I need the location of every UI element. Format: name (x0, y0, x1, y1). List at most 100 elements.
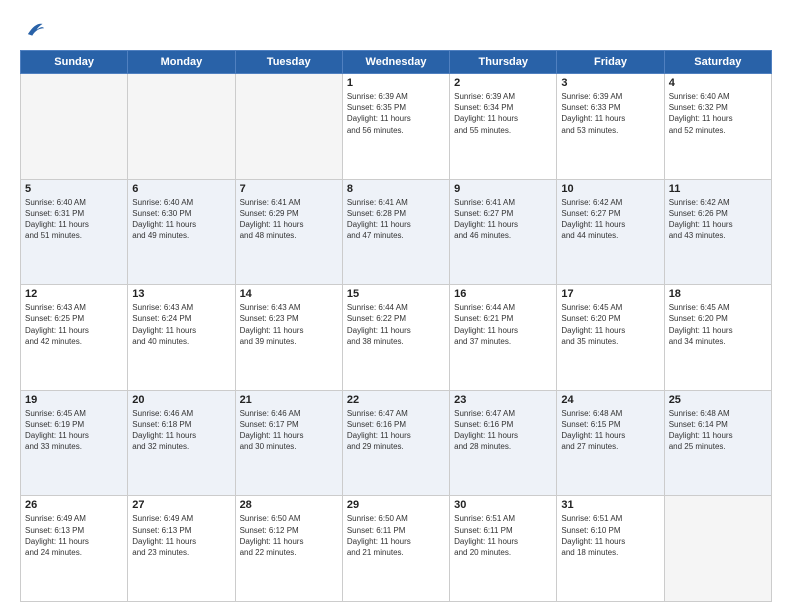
day-number: 17 (561, 288, 659, 300)
day-number: 27 (132, 499, 230, 511)
table-row: 8 Sunrise: 6:41 AM Sunset: 6:28 PM Daylig… (342, 179, 449, 285)
day-number: 7 (240, 183, 338, 195)
day-number: 22 (347, 394, 445, 406)
table-row: 4 Sunrise: 6:40 AM Sunset: 6:32 PM Daylig… (664, 74, 771, 180)
table-row: 31Sunrise: 6:51 AM Sunset: 6:10 PM Dayli… (557, 496, 664, 602)
calendar-week-row: 19Sunrise: 6:45 AM Sunset: 6:19 PM Dayli… (21, 390, 772, 496)
table-row: 16 Sunrise: 6:44 AM Sunset: 6:21 PM Dayli… (450, 285, 557, 391)
col-thursday: Thursday (450, 51, 557, 74)
table-row: 6 Sunrise: 6:40 AM Sunset: 6:30 PM Daylig… (128, 179, 235, 285)
table-row: 19Sunrise: 6:45 AM Sunset: 6:19 PM Dayli… (21, 390, 128, 496)
day-info: Sunrise: 6:42 AM Sunset: 6:26 PM Dayligh… (669, 197, 767, 242)
day-info: Sunrise: 6:51 AM Sunset: 6:10 PM Dayligh… (561, 513, 659, 558)
day-number: 9 (454, 183, 552, 195)
day-info: Sunrise: 6:41 AM Sunset: 6:29 PM Dayligh… (240, 197, 338, 242)
table-row: 14Sunrise: 6:43 AM Sunset: 6:23 PM Dayli… (235, 285, 342, 391)
day-number: 4 (669, 77, 767, 89)
col-friday: Friday (557, 51, 664, 74)
day-info: Sunrise: 6:50 AM Sunset: 6:11 PM Dayligh… (347, 513, 445, 558)
day-info: Sunrise: 6:51 AM Sunset: 6:11 PM Dayligh… (454, 513, 552, 558)
table-row: 17 Sunrise: 6:45 AM Sunset: 6:20 PM Dayli… (557, 285, 664, 391)
day-number: 16 (454, 288, 552, 300)
calendar-table: Sunday Monday Tuesday Wednesday Thursday… (20, 50, 772, 602)
col-wednesday: Wednesday (342, 51, 449, 74)
day-number: 29 (347, 499, 445, 511)
day-info: Sunrise: 6:49 AM Sunset: 6:13 PM Dayligh… (25, 513, 123, 558)
day-info: Sunrise: 6:48 AM Sunset: 6:15 PM Dayligh… (561, 408, 659, 453)
day-number: 25 (669, 394, 767, 406)
day-info: Sunrise: 6:40 AM Sunset: 6:31 PM Dayligh… (25, 197, 123, 242)
day-info: Sunrise: 6:44 AM Sunset: 6:21 PM Dayligh… (454, 302, 552, 347)
table-row: 22 Sunrise: 6:47 AM Sunset: 6:16 PM Dayli… (342, 390, 449, 496)
day-info: Sunrise: 6:50 AM Sunset: 6:12 PM Dayligh… (240, 513, 338, 558)
day-info: Sunrise: 6:41 AM Sunset: 6:28 PM Dayligh… (347, 197, 445, 242)
day-info: Sunrise: 6:44 AM Sunset: 6:22 PM Dayligh… (347, 302, 445, 347)
calendar-week-row: 26 Sunrise: 6:49 AM Sunset: 6:13 PM Dayli… (21, 496, 772, 602)
table-row: 2 Sunrise: 6:39 AM Sunset: 6:34 PM Daylig… (450, 74, 557, 180)
day-number: 20 (132, 394, 230, 406)
day-number: 2 (454, 77, 552, 89)
day-number: 10 (561, 183, 659, 195)
table-row (664, 496, 771, 602)
table-row: 21 Sunrise: 6:46 AM Sunset: 6:17 PM Dayli… (235, 390, 342, 496)
day-number: 23 (454, 394, 552, 406)
day-info: Sunrise: 6:41 AM Sunset: 6:27 PM Dayligh… (454, 197, 552, 242)
table-row: 18Sunrise: 6:45 AM Sunset: 6:20 PM Dayli… (664, 285, 771, 391)
day-info: Sunrise: 6:40 AM Sunset: 6:30 PM Dayligh… (132, 197, 230, 242)
table-row: 20 Sunrise: 6:46 AM Sunset: 6:18 PM Dayli… (128, 390, 235, 496)
day-info: Sunrise: 6:45 AM Sunset: 6:20 PM Dayligh… (561, 302, 659, 347)
table-row: 29 Sunrise: 6:50 AM Sunset: 6:11 PM Dayli… (342, 496, 449, 602)
table-row: 1Sunrise: 6:39 AM Sunset: 6:35 PM Daylig… (342, 74, 449, 180)
table-row: 12Sunrise: 6:43 AM Sunset: 6:25 PM Dayli… (21, 285, 128, 391)
table-row (21, 74, 128, 180)
day-info: Sunrise: 6:40 AM Sunset: 6:32 PM Dayligh… (669, 91, 767, 136)
day-info: Sunrise: 6:43 AM Sunset: 6:23 PM Dayligh… (240, 302, 338, 347)
calendar-header-row: Sunday Monday Tuesday Wednesday Thursday… (21, 51, 772, 74)
table-row: 7 Sunrise: 6:41 AM Sunset: 6:29 PM Daylig… (235, 179, 342, 285)
day-info: Sunrise: 6:42 AM Sunset: 6:27 PM Dayligh… (561, 197, 659, 242)
day-number: 1 (347, 77, 445, 89)
day-info: Sunrise: 6:39 AM Sunset: 6:34 PM Dayligh… (454, 91, 552, 136)
col-monday: Monday (128, 51, 235, 74)
table-row: 27 Sunrise: 6:49 AM Sunset: 6:13 PM Dayli… (128, 496, 235, 602)
day-number: 8 (347, 183, 445, 195)
day-number: 11 (669, 183, 767, 195)
day-info: Sunrise: 6:46 AM Sunset: 6:17 PM Dayligh… (240, 408, 338, 453)
day-number: 24 (561, 394, 659, 406)
day-number: 21 (240, 394, 338, 406)
table-row (235, 74, 342, 180)
table-row: 3Sunrise: 6:39 AM Sunset: 6:33 PM Daylig… (557, 74, 664, 180)
table-row: 26 Sunrise: 6:49 AM Sunset: 6:13 PM Dayli… (21, 496, 128, 602)
header (20, 18, 772, 40)
table-row: 23 Sunrise: 6:47 AM Sunset: 6:16 PM Dayli… (450, 390, 557, 496)
table-row: 25 Sunrise: 6:48 AM Sunset: 6:14 PM Dayli… (664, 390, 771, 496)
day-number: 18 (669, 288, 767, 300)
day-number: 6 (132, 183, 230, 195)
calendar-week-row: 5Sunrise: 6:40 AM Sunset: 6:31 PM Daylig… (21, 179, 772, 285)
day-info: Sunrise: 6:47 AM Sunset: 6:16 PM Dayligh… (454, 408, 552, 453)
day-info: Sunrise: 6:43 AM Sunset: 6:25 PM Dayligh… (25, 302, 123, 347)
day-info: Sunrise: 6:39 AM Sunset: 6:33 PM Dayligh… (561, 91, 659, 136)
day-number: 30 (454, 499, 552, 511)
day-info: Sunrise: 6:46 AM Sunset: 6:18 PM Dayligh… (132, 408, 230, 453)
table-row (128, 74, 235, 180)
table-row: 30 Sunrise: 6:51 AM Sunset: 6:11 PM Dayli… (450, 496, 557, 602)
day-number: 26 (25, 499, 123, 511)
day-number: 13 (132, 288, 230, 300)
day-number: 19 (25, 394, 123, 406)
table-row: 15 Sunrise: 6:44 AM Sunset: 6:22 PM Dayli… (342, 285, 449, 391)
table-row: 5Sunrise: 6:40 AM Sunset: 6:31 PM Daylig… (21, 179, 128, 285)
day-number: 28 (240, 499, 338, 511)
calendar-week-row: 12Sunrise: 6:43 AM Sunset: 6:25 PM Dayli… (21, 285, 772, 391)
col-sunday: Sunday (21, 51, 128, 74)
col-saturday: Saturday (664, 51, 771, 74)
day-info: Sunrise: 6:47 AM Sunset: 6:16 PM Dayligh… (347, 408, 445, 453)
day-number: 15 (347, 288, 445, 300)
calendar-week-row: 1Sunrise: 6:39 AM Sunset: 6:35 PM Daylig… (21, 74, 772, 180)
logo-bird-icon (22, 18, 44, 40)
table-row: 24 Sunrise: 6:48 AM Sunset: 6:15 PM Dayli… (557, 390, 664, 496)
day-info: Sunrise: 6:43 AM Sunset: 6:24 PM Dayligh… (132, 302, 230, 347)
day-info: Sunrise: 6:49 AM Sunset: 6:13 PM Dayligh… (132, 513, 230, 558)
day-info: Sunrise: 6:48 AM Sunset: 6:14 PM Dayligh… (669, 408, 767, 453)
table-row: 9 Sunrise: 6:41 AM Sunset: 6:27 PM Daylig… (450, 179, 557, 285)
